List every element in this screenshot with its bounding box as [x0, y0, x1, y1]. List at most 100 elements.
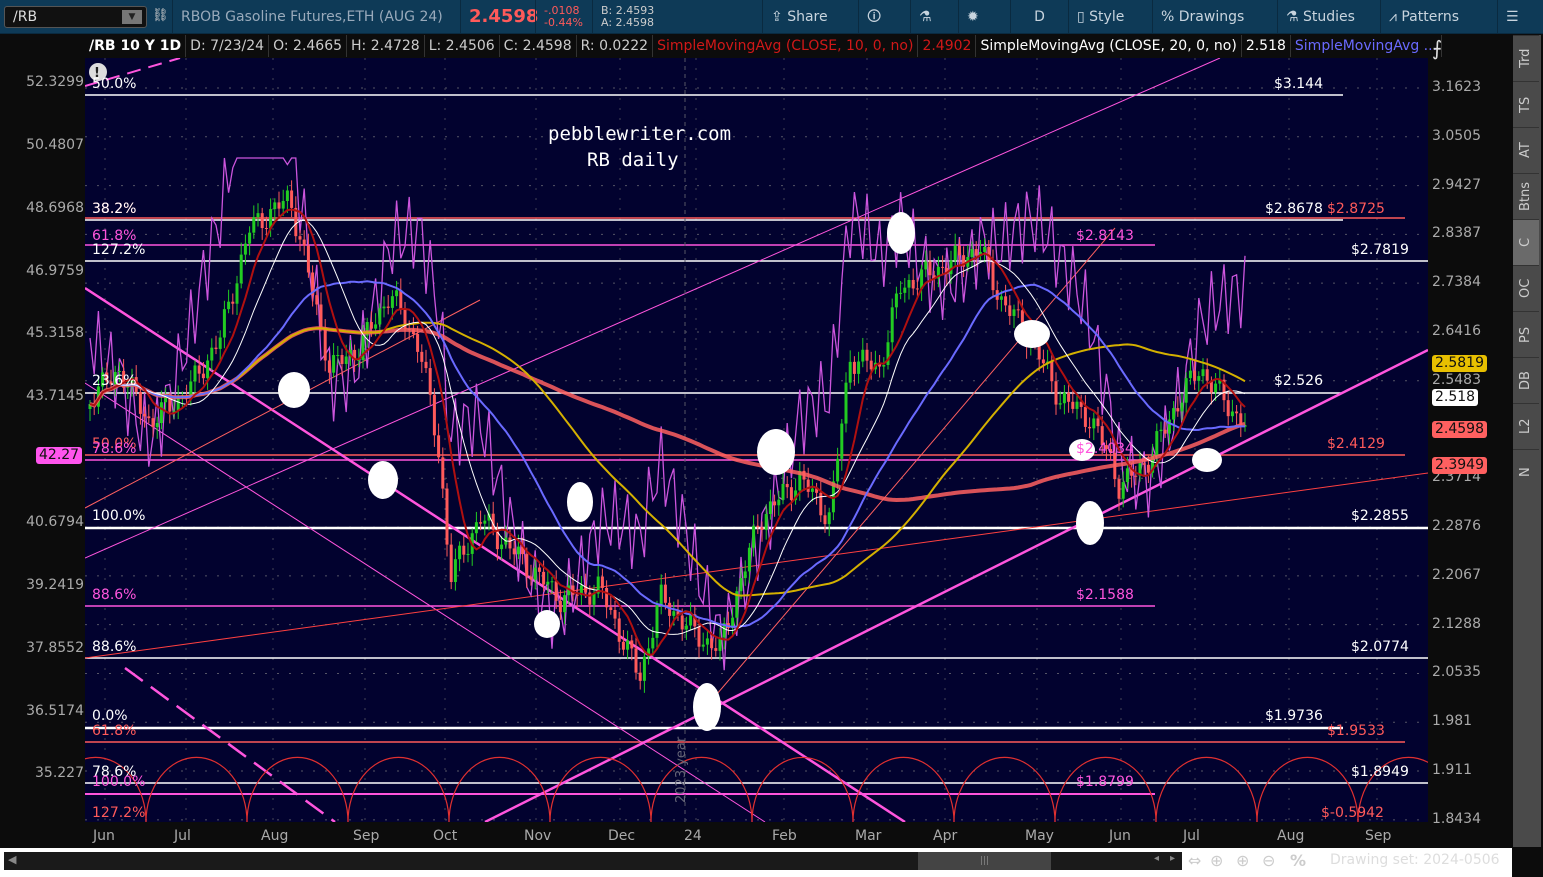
side-tab-n[interactable]: N	[1513, 449, 1539, 495]
zoom-in-icon[interactable]: ⊕	[1236, 851, 1249, 870]
candle-body	[1121, 482, 1125, 499]
side-tab-at[interactable]: AT	[1513, 127, 1539, 173]
zoom-out-icon[interactable]: ⊖	[1262, 851, 1275, 870]
study-sma20[interactable]: SimpleMovingAvg (CLOSE, 20, 0, no)	[976, 35, 1242, 57]
month-tick: 24	[684, 828, 702, 844]
scrollbar-thumb[interactable]: |||	[918, 852, 1051, 870]
fibonacci-labels: 50.0%38.2%38.2%61.8%127.2%23.6%50.0%78.6…	[92, 76, 1409, 821]
price-tick: 3.1623	[1432, 79, 1481, 95]
candle-body	[298, 236, 302, 240]
info-icon: 🛈	[867, 9, 882, 25]
crosshair-icon[interactable]: ⊕	[1210, 851, 1223, 870]
study-toggle-icon[interactable]: ⨍	[1432, 36, 1442, 60]
scroll-left-icon[interactable]: ◀	[8, 853, 16, 866]
side-tab-btns[interactable]: Btns	[1513, 173, 1539, 219]
candle-body	[420, 351, 424, 362]
side-tab-l2[interactable]: L2	[1513, 403, 1539, 449]
scroll-left-step-icon[interactable]: ◂	[1154, 853, 1159, 864]
left-price-tick: 39.2419	[26, 576, 84, 593]
expand-icon[interactable]: ⇔	[1188, 851, 1201, 870]
candle-body	[227, 301, 231, 310]
study-sma-more[interactable]: SimpleMovingAvg ...	[1291, 35, 1443, 57]
cycle-arc	[549, 756, 652, 823]
month-tick: Mar	[855, 828, 882, 844]
cycle-arc	[751, 756, 854, 823]
candle-body	[1062, 392, 1066, 404]
price-tick: 2.0535	[1432, 664, 1481, 681]
chevron-down-icon[interactable]: ▼	[122, 10, 142, 24]
candle-body	[865, 349, 869, 361]
price-tick: 2.9427	[1432, 176, 1481, 193]
candle-body	[252, 217, 256, 233]
candle-body	[344, 356, 348, 364]
settings-button[interactable]: ✹	[958, 0, 987, 34]
sma100-line	[89, 321, 1246, 597]
candle-body	[273, 202, 277, 210]
candle-body	[672, 611, 676, 616]
side-tab-ps[interactable]: PS	[1513, 311, 1539, 357]
candle-body	[777, 499, 781, 506]
candle-body	[689, 614, 693, 626]
candle-body	[752, 525, 756, 548]
candle-body	[248, 232, 252, 244]
month-tick: Jun	[93, 828, 115, 844]
candle-body	[1092, 418, 1096, 429]
month-tick: Sep	[353, 828, 380, 844]
drawing-set-label[interactable]: Drawing set: 2024-0506	[1330, 852, 1500, 868]
candle-body	[466, 553, 470, 555]
candle-body	[336, 355, 340, 357]
candle-body	[281, 201, 285, 209]
side-tab-db[interactable]: DB	[1513, 357, 1539, 403]
candle-body	[550, 581, 554, 583]
fib-pct-label: 50.0%	[92, 76, 136, 92]
candle-body	[823, 515, 827, 525]
lab-button[interactable]: ⚗	[910, 0, 940, 34]
period-button[interactable]: D	[1010, 0, 1068, 34]
candle-body	[462, 545, 466, 555]
price-tick: 1.911	[1432, 761, 1473, 778]
price-tick: 3.0505	[1432, 127, 1481, 144]
price-chart[interactable]: ! pebblewriter.com RB daily 2023 year 50…	[44, 57, 1543, 824]
badge-sma200: 2.3949	[1432, 457, 1487, 474]
symbol-input[interactable]: /RB ▼	[4, 6, 147, 28]
side-tab-c[interactable]: C	[1513, 219, 1539, 265]
candle-body	[378, 308, 382, 325]
scroll-right-icon[interactable]: ▸	[1170, 853, 1175, 864]
drawings-button[interactable]: % Drawings	[1152, 0, 1252, 34]
side-tab-trd[interactable]: Trd	[1513, 35, 1539, 81]
cycle-arc	[145, 756, 248, 823]
candle-body	[609, 607, 613, 610]
study-sma10[interactable]: SimpleMovingAvg (CLOSE, 10, 0, no)	[653, 35, 919, 57]
candle-body	[147, 416, 151, 419]
patterns-button[interactable]: ⩘ Patterns	[1380, 0, 1467, 34]
side-tab-oc[interactable]: OC	[1513, 265, 1539, 311]
candle-body	[710, 638, 714, 649]
studies-button[interactable]: ⚗ Studies	[1277, 0, 1363, 34]
price-tick: 2.2067	[1432, 566, 1481, 583]
percent-icon: %	[1161, 9, 1179, 25]
candle-body	[890, 307, 894, 343]
candle-body	[210, 347, 214, 361]
style-button[interactable]: ▯ Style	[1068, 0, 1132, 34]
percent-icon[interactable]: %	[1290, 851, 1306, 870]
candle-body	[512, 548, 516, 555]
candle-body	[592, 593, 596, 605]
candle-body	[768, 501, 772, 515]
link-icon[interactable]: ⛓	[152, 8, 169, 23]
side-tab-ts[interactable]: TS	[1513, 81, 1539, 127]
candle-body	[525, 554, 529, 577]
candle-body	[1083, 406, 1087, 427]
study-sma20-value: 2.518	[1242, 35, 1291, 57]
fib-price-label: $2.0774	[1351, 639, 1409, 655]
candle-body	[575, 594, 579, 596]
candle-body	[705, 638, 709, 645]
candle-body	[1155, 431, 1159, 456]
price-tick: 2.1288	[1432, 615, 1481, 632]
info-button[interactable]: 🛈	[858, 0, 889, 34]
badge-sma100: 2.5819	[1432, 355, 1487, 372]
share-button[interactable]: ⇪ Share	[762, 0, 836, 34]
candle-body	[680, 615, 684, 630]
candle-body	[999, 296, 1003, 300]
menu-button[interactable]: ☰	[1497, 0, 1527, 34]
candle-body	[554, 581, 558, 601]
